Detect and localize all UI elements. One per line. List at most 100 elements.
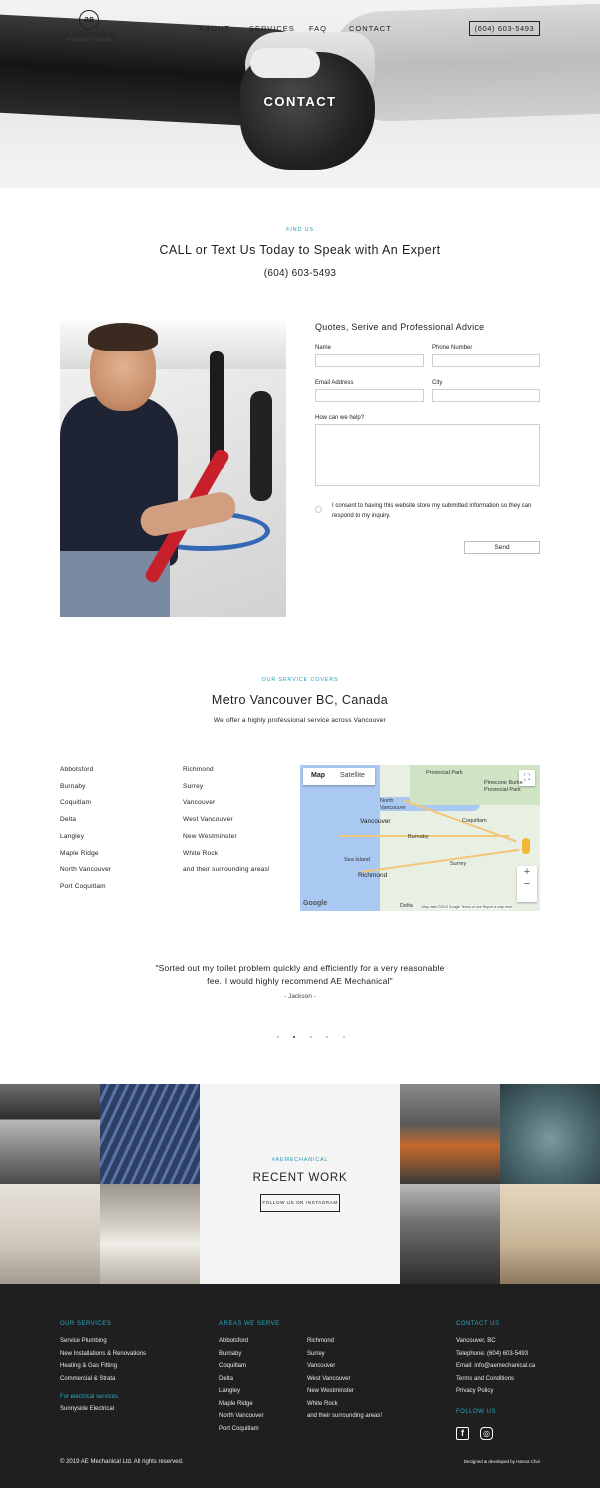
area-item: Richmond xyxy=(183,766,214,773)
testimonial-quote: "Sorted out my toilet problem quickly an… xyxy=(155,963,445,986)
footer-area: White Rock xyxy=(307,1400,338,1407)
area-list-1: Abbotsford Burnaby Coquitlam Delta Langl… xyxy=(60,762,111,896)
area-item: Maple Ridge xyxy=(60,849,99,857)
work-photo-interior[interactable] xyxy=(0,1084,100,1184)
google-logo: Google xyxy=(303,900,328,907)
carousel-dot[interactable] xyxy=(309,1036,312,1038)
footer-electrical-heading: For electrical services xyxy=(60,1394,119,1400)
service-map[interactable]: Map Satellite ⛶ + − Provincial Park Pine… xyxy=(300,765,540,911)
work-photo-shower[interactable] xyxy=(0,1184,100,1284)
service-areas-heading: Metro Vancouver BC, Canada xyxy=(211,693,389,707)
footer-area: Vancouver xyxy=(307,1363,336,1369)
carousel-dot-active[interactable] xyxy=(293,1036,296,1038)
follow-instagram-button[interactable]: FOLLOW US ON INSTAGRAM xyxy=(260,1194,340,1212)
recent-work-title: RECENT WORK xyxy=(252,1172,348,1184)
work-photo-sink[interactable] xyxy=(100,1184,200,1284)
map-label: Pinecone Burke Provincial Park xyxy=(484,780,523,793)
footer-link[interactable]: Heating & Gas Fitting xyxy=(60,1360,146,1373)
area-list-2: Richmond Surrey Vancouver West Vancouver… xyxy=(183,762,270,879)
map-label: Delta xyxy=(400,903,413,909)
footer-area: Surrey xyxy=(307,1350,325,1357)
find-us-phone[interactable]: (604) 603-5493 xyxy=(0,268,600,279)
logo-mark: ae xyxy=(79,10,99,30)
map-label: Sea Island xyxy=(344,857,370,863)
footer-link[interactable]: Service Plumbing xyxy=(60,1335,146,1348)
testimonial-author: - Jackson - xyxy=(284,993,316,1000)
service-areas-subheading: We offer a highly professional service a… xyxy=(213,717,387,724)
find-us-heading: CALL or Text Us Today to Speak with An E… xyxy=(159,243,441,257)
plumber-photo xyxy=(60,321,286,617)
phone-input[interactable] xyxy=(432,354,540,367)
name-input[interactable] xyxy=(315,354,424,367)
message-textarea[interactable] xyxy=(315,424,540,486)
area-item: Abbotsford xyxy=(60,766,94,773)
hero-thumb xyxy=(250,48,320,78)
footer-follow-heading: FOLLOW US xyxy=(456,1409,496,1415)
area-item: Surrey xyxy=(183,782,204,790)
recent-work-panel xyxy=(200,1084,400,1284)
facebook-icon[interactable]: f xyxy=(456,1427,469,1440)
nav-services[interactable]: SERVICES xyxy=(249,24,295,33)
consent-checkbox[interactable] xyxy=(315,506,322,513)
footer-contact-email[interactable]: Email: info@aemechanical.ca xyxy=(456,1360,535,1373)
carousel-dot[interactable] xyxy=(342,1036,345,1038)
footer-area: Burnaby xyxy=(219,1350,242,1357)
work-photo-wiring[interactable] xyxy=(500,1184,600,1284)
work-photo-boiler[interactable] xyxy=(500,1084,600,1184)
footer-link[interactable]: Commercial & Strata xyxy=(60,1373,146,1386)
photo-torso xyxy=(60,396,178,566)
area-item: Delta xyxy=(60,816,77,824)
map-label: Surrey xyxy=(450,861,467,867)
footer-area: New Westminster xyxy=(307,1388,354,1394)
footer-contact-phone[interactable]: Telephone: (604) 603-5493 xyxy=(456,1348,535,1361)
logo-tagline: PLUMBING & HEATING xyxy=(66,38,112,42)
city-input[interactable] xyxy=(432,389,540,402)
work-photo-kitchen-hood[interactable] xyxy=(400,1184,500,1284)
area-item: West Vancouver xyxy=(183,816,233,824)
map-label: Provincial Park xyxy=(426,770,463,776)
map-label: Coquitlam xyxy=(462,818,487,824)
carousel-dot[interactable] xyxy=(277,1036,279,1038)
footer-link[interactable]: New Installations & Renovations xyxy=(60,1348,146,1361)
instagram-icon[interactable]: ◎ xyxy=(480,1427,493,1440)
zoom-out-icon[interactable]: − xyxy=(517,878,537,890)
footer-area: West Vancouver xyxy=(307,1375,351,1382)
area-item: North Vancouver xyxy=(60,866,112,874)
area-item: Burnaby xyxy=(60,782,86,790)
work-photo-solar-panels[interactable] xyxy=(100,1084,200,1184)
area-item: Port Coquitlam xyxy=(60,882,106,890)
footer-services-list: Service Plumbing New Installations & Ren… xyxy=(60,1335,146,1385)
footer-area: Abbotsford xyxy=(219,1338,249,1344)
send-button[interactable]: Send xyxy=(464,541,540,554)
footer-area: Maple Ridge xyxy=(219,1400,253,1407)
recent-work-tag: #AEMECHANICAL xyxy=(271,1157,329,1163)
footer-area: Coquitlam xyxy=(219,1363,247,1369)
zoom-in-icon[interactable]: + xyxy=(517,866,537,878)
map-tab-satellite[interactable]: Satellite xyxy=(340,772,365,779)
footer-area: Langley xyxy=(219,1388,241,1394)
map-label: Vancouver xyxy=(360,818,391,825)
area-item: Coquitlam xyxy=(60,799,92,807)
nav-about[interactable]: ABOUT xyxy=(199,24,230,33)
area-item: and their surrounding areas! xyxy=(183,866,270,874)
photo-pipe xyxy=(250,391,272,501)
map-label: Richmond xyxy=(358,872,388,879)
carousel-dot[interactable] xyxy=(326,1036,329,1038)
site-logo[interactable]: ae AE MECHANICAL PLUMBING & HEATING xyxy=(60,10,118,46)
map-tab-map[interactable]: Map xyxy=(311,772,325,779)
footer-terms-link[interactable]: Terms and Conditions xyxy=(456,1373,535,1386)
email-input[interactable] xyxy=(315,389,424,402)
street-view-icon[interactable] xyxy=(522,838,530,854)
message-label: How can we help? xyxy=(315,415,365,421)
footer-privacy-link[interactable]: Privacy Policy xyxy=(456,1385,535,1398)
form-title: Quotes, Serive and Professional Advice xyxy=(315,322,485,332)
header-phone-button[interactable]: (604) 603-5493 xyxy=(469,21,540,36)
footer-services-heading: OUR SERVICES xyxy=(60,1321,112,1327)
city-label: City xyxy=(432,380,443,386)
nav-faq[interactable]: FAQ xyxy=(309,24,327,33)
footer-area: and their surrounding areas! xyxy=(307,1413,383,1419)
nav-contact[interactable]: CONTACT xyxy=(349,24,392,33)
footer-electrical-link[interactable]: Sunnyside Electrical xyxy=(60,1406,114,1412)
map-attribution[interactable]: Map data ©2019 Google Terms of Use Repor… xyxy=(422,905,513,909)
work-photo-boiler-room[interactable] xyxy=(400,1084,500,1184)
